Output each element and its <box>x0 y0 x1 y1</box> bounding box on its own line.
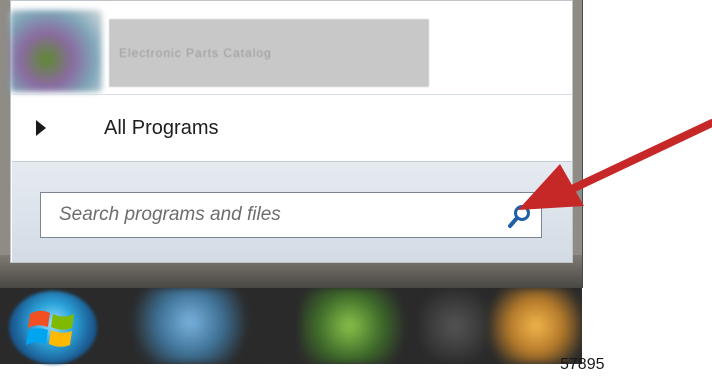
search-icon[interactable] <box>507 203 533 229</box>
taskbar-item[interactable] <box>130 288 250 364</box>
taskbar-item[interactable] <box>300 288 410 364</box>
windows-logo-icon <box>26 310 74 347</box>
pinned-program-label: Electronic Parts Catalog <box>109 19 429 87</box>
all-programs-button[interactable]: All Programs <box>12 98 572 160</box>
search-box[interactable] <box>40 192 542 238</box>
app-icon <box>10 10 102 92</box>
pinned-program-item[interactable]: Electronic Parts Catalog <box>10 4 572 92</box>
taskbar-item[interactable] <box>490 288 582 364</box>
taskbar-item[interactable] <box>420 288 490 364</box>
menu-separator <box>12 94 572 95</box>
search-input[interactable] <box>41 193 481 237</box>
triangle-right-icon <box>36 120 46 136</box>
figure-number: 57895 <box>560 356 605 373</box>
all-programs-label: All Programs <box>104 117 219 139</box>
search-area <box>12 161 572 262</box>
